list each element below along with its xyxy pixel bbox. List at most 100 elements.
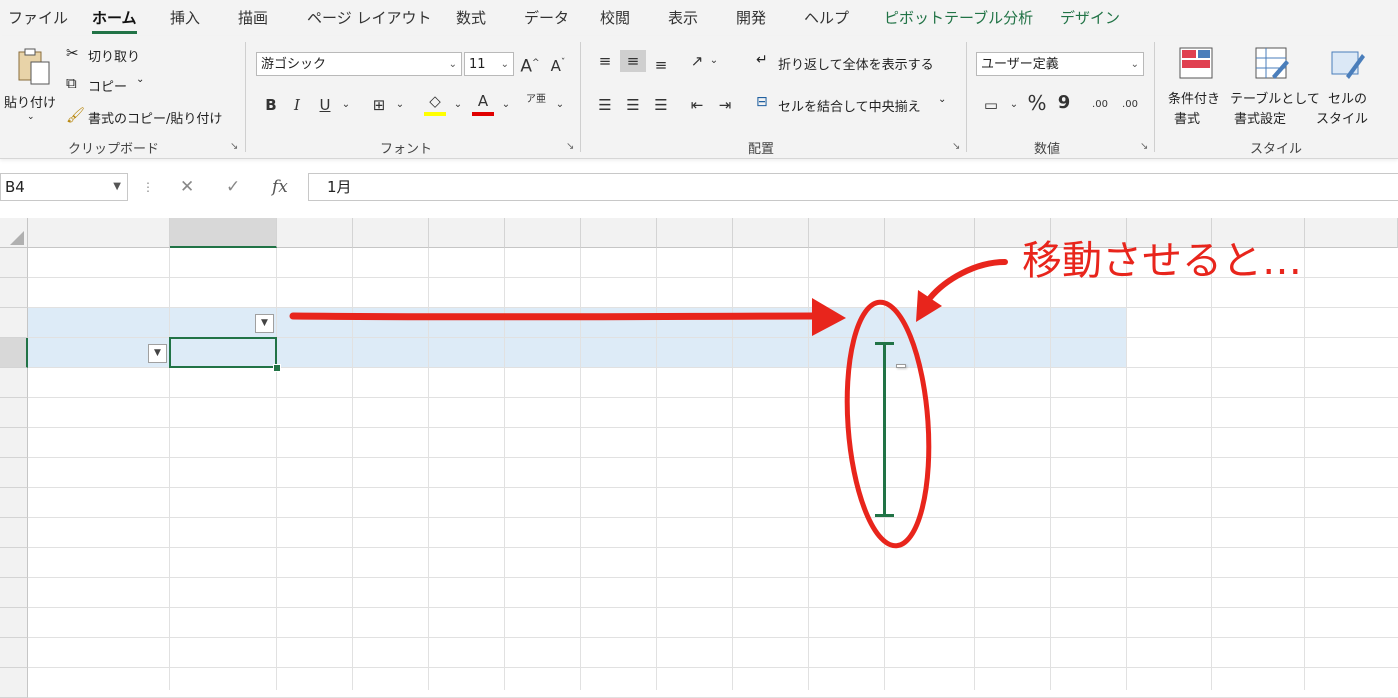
row-header-9[interactable] bbox=[0, 488, 28, 518]
row-header-15[interactable] bbox=[0, 668, 28, 698]
value-cell[interactable] bbox=[975, 428, 1051, 458]
tab-data[interactable]: データ bbox=[524, 7, 569, 28]
tab-file[interactable]: ファイル bbox=[8, 7, 68, 28]
value-cell[interactable] bbox=[975, 368, 1051, 398]
tab-insert[interactable]: 挿入 bbox=[170, 7, 200, 28]
value-cell[interactable] bbox=[170, 398, 277, 428]
value-cell[interactable] bbox=[1051, 428, 1127, 458]
tab-design[interactable]: デザイン bbox=[1060, 7, 1120, 28]
value-cell[interactable] bbox=[505, 398, 581, 428]
column-header-e[interactable] bbox=[429, 218, 505, 248]
value-cell[interactable] bbox=[733, 488, 809, 518]
value-cell[interactable] bbox=[170, 458, 277, 488]
fill-handle[interactable] bbox=[273, 364, 281, 372]
value-cell[interactable] bbox=[429, 368, 505, 398]
chevron-down-icon[interactable]: ⌄ bbox=[500, 94, 512, 116]
orientation-icon[interactable]: ↗ bbox=[686, 50, 708, 72]
chevron-down-icon[interactable]: ⌄ bbox=[452, 94, 464, 116]
value-cell[interactable] bbox=[733, 458, 809, 488]
column-header-d[interactable] bbox=[353, 218, 429, 248]
align-middle-icon[interactable]: ≡ bbox=[620, 50, 646, 72]
tab-review[interactable]: 校閲 bbox=[600, 7, 630, 28]
value-cell[interactable] bbox=[809, 458, 885, 488]
cancel-icon[interactable]: ✕ bbox=[180, 177, 194, 197]
font-color-icon[interactable]: A bbox=[472, 90, 494, 116]
month-header[interactable] bbox=[733, 338, 809, 368]
value-cell[interactable] bbox=[277, 458, 353, 488]
increase-indent-icon[interactable]: ⇥ bbox=[714, 94, 736, 116]
tab-pivot-analyze[interactable]: ピボットテーブル分析 bbox=[884, 7, 1033, 28]
row-header-12[interactable] bbox=[0, 578, 28, 608]
value-cell[interactable] bbox=[353, 458, 429, 488]
dialog-launcher-icon[interactable]: ↘ bbox=[1140, 141, 1148, 152]
dialog-launcher-icon[interactable]: ↘ bbox=[566, 141, 574, 152]
value-cell[interactable] bbox=[353, 368, 429, 398]
value-cell[interactable] bbox=[505, 428, 581, 458]
row-header-1[interactable] bbox=[0, 248, 28, 278]
enter-icon[interactable]: ✓ bbox=[226, 177, 240, 197]
column-header-c[interactable] bbox=[277, 218, 353, 248]
month-header[interactable] bbox=[505, 338, 581, 368]
value-cell[interactable] bbox=[277, 428, 353, 458]
tab-formulas[interactable]: 数式 bbox=[456, 7, 486, 28]
dialog-launcher-icon[interactable]: ↘ bbox=[952, 141, 960, 152]
column-header-l[interactable] bbox=[975, 218, 1051, 248]
number-format-select[interactable]: ユーザー定義 ⌄ bbox=[976, 52, 1144, 76]
month-header[interactable] bbox=[809, 338, 885, 368]
value-cell[interactable] bbox=[885, 488, 975, 518]
formula-input[interactable]: 1月 bbox=[308, 173, 1398, 201]
value-cell[interactable] bbox=[809, 398, 885, 428]
paste-button[interactable]: 貼り付け ⌄ bbox=[4, 44, 58, 128]
value-cell[interactable] bbox=[1051, 368, 1127, 398]
row-filter-button[interactable]: ▼ bbox=[148, 344, 167, 363]
align-right-icon[interactable]: ☰ bbox=[650, 94, 672, 116]
furigana-button[interactable]: ア亜 bbox=[524, 94, 548, 116]
value-cell[interactable] bbox=[1051, 458, 1127, 488]
value-cell[interactable] bbox=[277, 398, 353, 428]
value-cell[interactable] bbox=[975, 458, 1051, 488]
value-cell-partial[interactable] bbox=[885, 458, 975, 488]
value-cell[interactable] bbox=[809, 368, 885, 398]
column-header-m[interactable] bbox=[1051, 218, 1127, 248]
column-header-a[interactable] bbox=[28, 218, 170, 248]
value-cell[interactable] bbox=[581, 368, 657, 398]
name-box[interactable]: B4 ▼ bbox=[0, 173, 128, 201]
decrease-indent-icon[interactable]: ⇤ bbox=[686, 94, 708, 116]
row-header-11[interactable] bbox=[0, 548, 28, 578]
insert-function-button[interactable]: fx bbox=[272, 177, 288, 197]
row-header-3[interactable] bbox=[0, 308, 28, 338]
value-cell[interactable] bbox=[429, 488, 505, 518]
fill-color-icon[interactable]: ◇ bbox=[424, 90, 446, 116]
value-cell[interactable] bbox=[809, 428, 885, 458]
month-header[interactable] bbox=[1051, 338, 1127, 368]
worksheet-grid[interactable]: ▼ ▼ bbox=[0, 218, 1398, 698]
value-cell[interactable] bbox=[277, 488, 353, 518]
month-header[interactable] bbox=[429, 338, 505, 368]
align-center-icon[interactable]: ☰ bbox=[622, 94, 644, 116]
value-cell[interactable] bbox=[277, 368, 353, 398]
month-header[interactable] bbox=[277, 338, 353, 368]
value-cell[interactable] bbox=[170, 368, 277, 398]
row-header-10[interactable] bbox=[0, 518, 28, 548]
tab-view[interactable]: 表示 bbox=[668, 7, 698, 28]
month-header[interactable] bbox=[353, 338, 429, 368]
value-cell-partial[interactable] bbox=[885, 428, 975, 458]
column-header-h[interactable] bbox=[657, 218, 733, 248]
conditional-formatting-button[interactable]: 条件付き 書式 bbox=[1166, 44, 1228, 128]
value-cell-partial[interactable] bbox=[885, 398, 975, 428]
font-name-select[interactable]: 游ゴシック ⌄ bbox=[256, 52, 462, 76]
chevron-down-icon[interactable]: ⌄ bbox=[340, 94, 352, 116]
border-icon[interactable]: ⊞ bbox=[368, 94, 390, 116]
value-cell[interactable] bbox=[505, 488, 581, 518]
align-left-icon[interactable]: ☰ bbox=[594, 94, 616, 116]
tab-page-layout[interactable]: ページ レイアウト bbox=[307, 7, 431, 28]
comma-style-button[interactable]: 9 bbox=[1056, 92, 1072, 114]
row-header-13[interactable] bbox=[0, 608, 28, 638]
align-bottom-icon[interactable]: ≡ bbox=[650, 54, 672, 76]
value-cell[interactable] bbox=[581, 428, 657, 458]
value-cell[interactable] bbox=[581, 488, 657, 518]
grow-font-button[interactable]: A^ bbox=[520, 52, 540, 77]
month-header[interactable] bbox=[581, 338, 657, 368]
value-cell[interactable] bbox=[733, 398, 809, 428]
month-header[interactable] bbox=[657, 338, 733, 368]
